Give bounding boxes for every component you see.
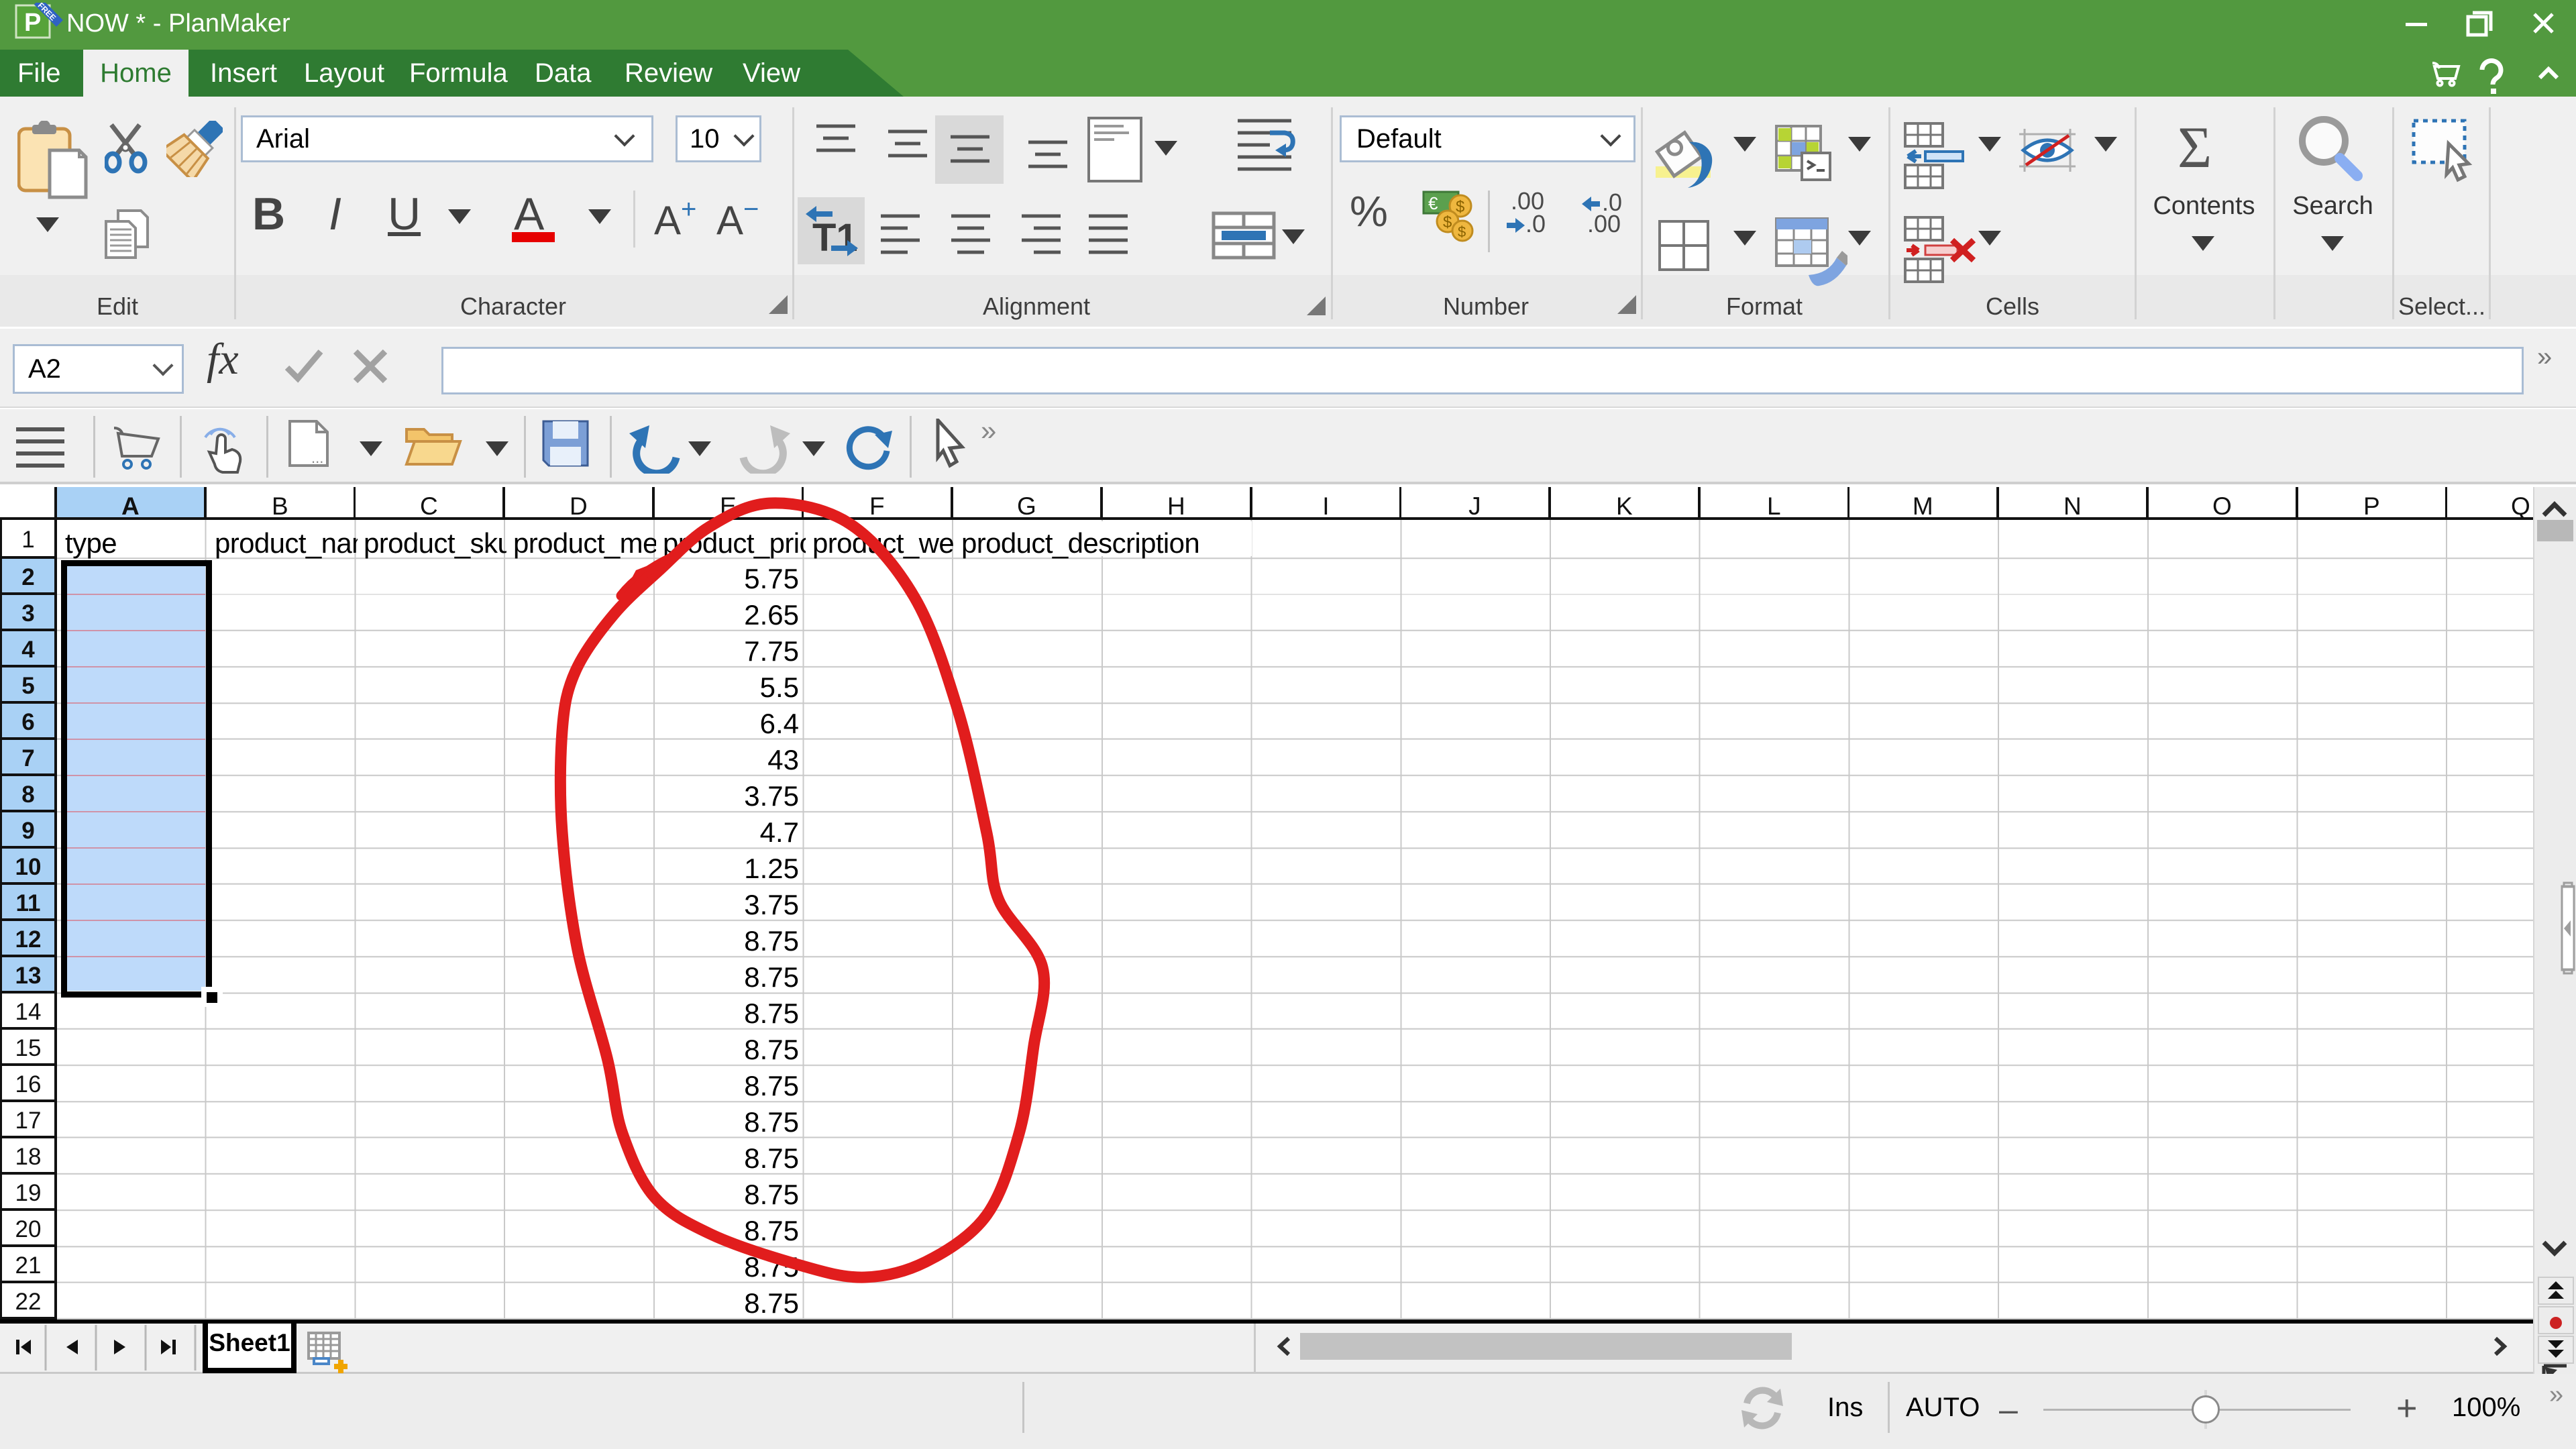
svg-text:€: € — [1428, 193, 1438, 213]
svg-text:$: $ — [1458, 223, 1466, 240]
svg-text:...: ... — [311, 449, 323, 466]
svg-text:.00: .00 — [1587, 210, 1621, 237]
svg-text:.0: .0 — [1525, 210, 1546, 237]
svg-text:$: $ — [1456, 198, 1464, 216]
svg-text:$: $ — [1443, 213, 1452, 231]
svg-text:P: P — [24, 9, 41, 37]
